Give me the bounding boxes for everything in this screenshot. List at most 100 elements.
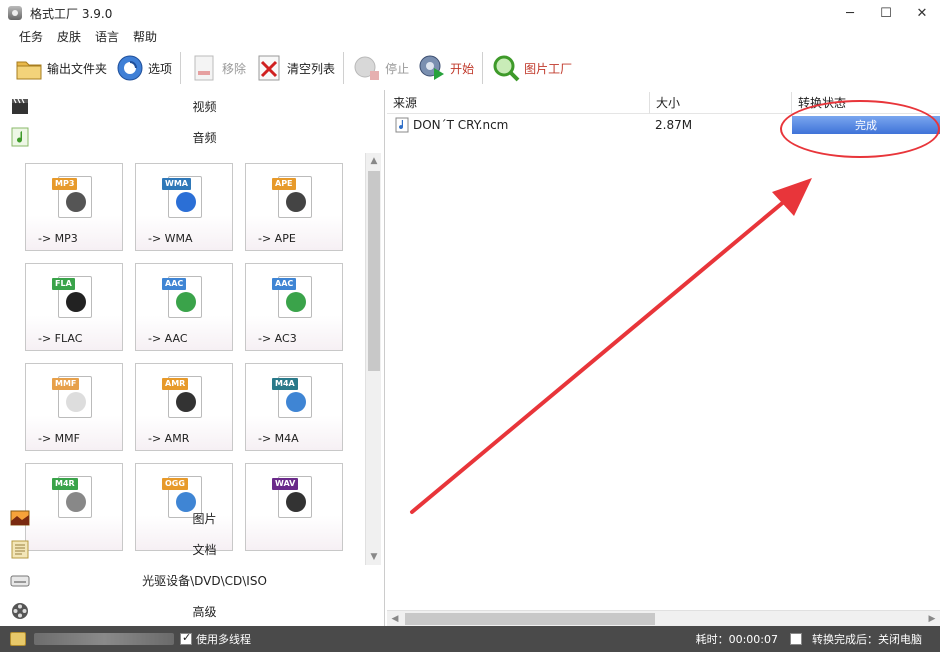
category-video-label: 视频 — [192, 99, 217, 114]
format-tile[interactable]: MP3 -> MP3 — [25, 163, 123, 251]
scrollbar-thumb[interactable] — [368, 171, 380, 371]
film-reel-icon — [12, 603, 28, 619]
scroll-left-icon[interactable]: ◀ — [387, 611, 403, 627]
picture-factory-label: 图片工厂 — [524, 61, 573, 76]
format-tile[interactable]: FLA -> FLAC — [25, 263, 123, 351]
audio-format-grid: MP3 -> MP3 WMA -> WMA APE -> APE FLA -> FLAC AAC… — [10, 153, 365, 563]
menu-help[interactable]: 帮助 — [126, 28, 164, 45]
maximize-button[interactable]: ☐ — [868, 0, 904, 26]
format-badge: WMA — [162, 178, 191, 190]
format-label: -> APE — [258, 232, 296, 245]
elapsed-time: 耗时：00:00:07 — [695, 633, 778, 646]
format-glyph-icon — [66, 192, 86, 212]
category-picture-label: 图片 — [192, 511, 217, 526]
format-tile[interactable]: M4A -> M4A — [245, 363, 343, 451]
category-optical[interactable]: 光驱设备\DVD\CD\ISO — [0, 565, 385, 595]
multithread-label: 使用多线程 — [196, 633, 251, 646]
format-tile[interactable]: APE -> APE — [245, 163, 343, 251]
toolbar-divider — [180, 52, 182, 84]
category-video[interactable]: 视频 — [0, 91, 385, 121]
toolbar: 输出文件夹 选项 移除 清空列表 停止 开始 图片工厂 — [0, 48, 940, 88]
format-glyph-icon — [286, 192, 306, 212]
menu-task[interactable]: 任务 — [12, 28, 50, 45]
format-label: -> MMF — [38, 432, 80, 445]
output-folder-button[interactable]: 输出文件夹 — [10, 50, 111, 86]
format-glyph-icon — [176, 192, 196, 212]
close-button[interactable]: ✕ — [904, 0, 940, 26]
folder-icon — [16, 61, 42, 80]
format-badge: AAC — [272, 278, 297, 290]
format-glyph-icon — [66, 292, 86, 312]
output-path-redacted — [34, 633, 174, 645]
menu-skin[interactable]: 皮肤 — [50, 28, 88, 45]
format-label: -> MP3 — [38, 232, 78, 245]
format-label: -> AAC — [148, 332, 188, 345]
scroll-up-icon[interactable]: ▲ — [366, 153, 382, 169]
annotation-arrow-icon — [410, 178, 812, 514]
category-optical-label: 光驱设备\DVD\CD\ISO — [142, 573, 267, 588]
format-label: -> M4A — [258, 432, 299, 445]
category-picture[interactable]: 图片 — [0, 503, 385, 533]
clear-list-label: 清空列表 — [287, 61, 336, 76]
output-folder-icon[interactable] — [10, 632, 26, 646]
window-title: 格式工厂 3.9.0 — [30, 6, 113, 21]
video-clapper-icon — [12, 98, 28, 114]
format-glyph-icon — [176, 292, 196, 312]
toolbar-divider — [482, 52, 484, 84]
status-bar: 使用多线程 耗时：00:00:07 转换完成后：关闭电脑 — [0, 626, 940, 652]
remove-button[interactable]: 移除 — [185, 50, 250, 86]
picture-icon — [10, 510, 30, 526]
category-document[interactable]: 文档 — [0, 534, 385, 564]
stop-button[interactable]: 停止 — [348, 50, 413, 86]
title-bar: 格式工厂 3.9.0 ─ ☐ ✕ — [0, 0, 940, 26]
format-glyph-icon — [176, 392, 196, 412]
music-note-icon — [11, 127, 29, 147]
magnifier-icon — [493, 55, 520, 82]
format-badge: MP3 — [52, 178, 78, 190]
format-label: -> AMR — [148, 432, 190, 445]
category-audio[interactable]: 音频 — [0, 122, 385, 152]
menu-language[interactable]: 语言 — [88, 28, 126, 45]
category-audio-label: 音频 — [192, 130, 217, 145]
format-badge: APE — [272, 178, 296, 190]
multithread-checkbox[interactable] — [180, 631, 192, 645]
clear-list-button[interactable]: 清空列表 — [250, 50, 339, 86]
toolbar-divider — [343, 52, 345, 84]
format-badge: OGG — [162, 478, 188, 490]
format-badge: M4A — [272, 378, 298, 390]
format-glyph-icon — [66, 392, 86, 412]
after-convert-checkbox[interactable] — [790, 633, 802, 645]
format-tile[interactable]: AAC -> AC3 — [245, 263, 343, 351]
scroll-right-icon[interactable]: ▶ — [924, 611, 940, 627]
options-button[interactable]: 选项 — [111, 50, 176, 86]
annotation-ellipse — [780, 100, 940, 158]
start-label: 开始 — [450, 61, 475, 76]
format-badge: FLA — [52, 278, 75, 290]
format-badge: AMR — [162, 378, 189, 390]
format-tile[interactable]: AMR -> AMR — [135, 363, 233, 451]
stop-icon — [354, 56, 380, 80]
format-tile[interactable]: AAC -> AAC — [135, 263, 233, 351]
column-header-source[interactable]: 来源 — [387, 92, 650, 114]
optical-drive-icon — [10, 575, 30, 587]
menu-bar: 任务 皮肤 语言 帮助 — [0, 26, 940, 46]
format-badge: WAV — [272, 478, 299, 490]
task-list-scrollbar[interactable]: ◀ ▶ — [387, 610, 940, 626]
category-advanced[interactable]: 高级 — [0, 596, 385, 626]
audio-file-icon — [395, 117, 409, 133]
app-icon — [8, 6, 22, 20]
size-cell: 2.87M — [655, 118, 693, 132]
minimize-button[interactable]: ─ — [832, 0, 868, 26]
format-tile[interactable]: MMF -> MMF — [25, 363, 123, 451]
stop-label: 停止 — [385, 61, 410, 76]
format-label: -> FLAC — [38, 332, 83, 345]
format-badge: MMF — [52, 378, 80, 390]
scrollbar-thumb[interactable] — [405, 613, 655, 625]
picture-factory-button[interactable]: 图片工厂 — [487, 50, 576, 86]
format-tile[interactable]: WMA -> WMA — [135, 163, 233, 251]
output-folder-label: 输出文件夹 — [47, 61, 108, 76]
start-button[interactable]: 开始 — [413, 50, 478, 86]
format-badge: AAC — [162, 278, 187, 290]
format-label: -> WMA — [148, 232, 193, 245]
column-header-size[interactable]: 大小 — [650, 92, 792, 114]
